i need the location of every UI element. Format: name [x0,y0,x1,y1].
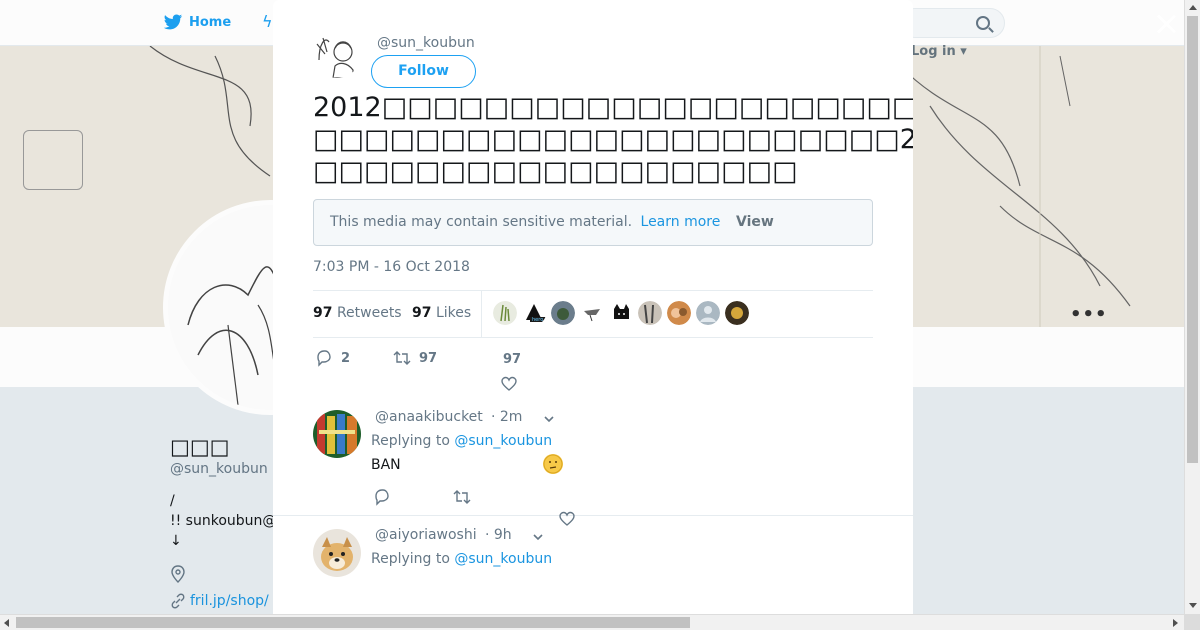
liker-avatar[interactable] [551,301,575,325]
reply-time[interactable]: · 2m [491,409,522,425]
likes-count: 97 [412,305,432,321]
chevron-down-icon[interactable] [543,413,555,425]
liker-avatar[interactable]: hero [522,301,546,325]
liker-avatar[interactable] [609,301,633,325]
horizontal-scrollbar[interactable] [0,614,1184,630]
close-icon[interactable] [1154,12,1178,36]
retweets-label: Retweets [336,305,402,321]
vertical-scroll-thumb[interactable] [1187,16,1198,463]
author-avatar[interactable] [313,30,361,78]
retweet-icon[interactable] [453,488,471,506]
scrollbar-corner [1184,614,1200,630]
reply-icon[interactable] [373,488,391,506]
tweet-actions: 2 97 97 [313,349,573,395]
reply-handle[interactable]: @anaakibucket [375,409,483,425]
likes-stat[interactable]: 97 Likes [412,305,471,321]
replying-mention[interactable]: @sun_koubun [454,433,552,449]
liker-avatar[interactable] [580,301,604,325]
likers-avatars: hero [493,301,749,325]
retweets-count: 97 [313,305,333,321]
chevron-down-icon[interactable] [532,531,544,543]
sensitive-media-notice: This media may contain sensitive materia… [313,199,873,246]
liker-avatar[interactable] [725,301,749,325]
vertical-scrollbar[interactable] [1184,0,1200,614]
scroll-left-arrow-icon[interactable] [4,619,9,627]
replying-to: Replying to @sun_koubun [371,551,552,567]
replying-prefix: Replying to [371,551,450,567]
view-media-button[interactable]: View [736,214,774,230]
reply-time[interactable]: · 9h [485,527,512,543]
replying-to: Replying to @sun_koubun [371,433,552,449]
author-handle[interactable]: @sun_koubun [377,35,475,51]
horizontal-scroll-thumb[interactable] [16,617,690,628]
replying-prefix: Replying to [371,433,450,449]
heart-icon[interactable] [500,375,518,393]
reply-tweet[interactable]: @aiyoriawoshi · 9h Replying to @sun_koub… [273,517,913,614]
retweet-count: 97 [419,350,438,366]
retweets-stat[interactable]: 97 Retweets [313,305,402,321]
reply-button[interactable]: 2 [315,349,350,367]
reply-count: 2 [341,350,351,366]
replying-mention[interactable]: @sun_koubun [454,551,552,567]
scroll-down-arrow-icon[interactable] [1189,603,1197,608]
svg-text:hero: hero [532,317,543,323]
liker-avatar[interactable] [493,301,517,325]
tweet-text: 2012□□□□□□□□□□□□□□□□□□□□□ □□□□□□□□□□□□□□□… [313,92,913,188]
like-count: 97 [503,352,522,367]
liker-avatar[interactable] [667,301,691,325]
liker-avatar[interactable] [638,301,662,325]
tweet-timestamp[interactable]: 7:03 PM - 16 Oct 2018 [313,259,470,275]
learn-more-link[interactable]: Learn more [641,214,721,230]
reply-handle[interactable]: @aiyoriawoshi [375,527,477,543]
tweet-stats: 97 Retweets 97 Likes hero [313,290,873,338]
reply-tweet[interactable]: @anaakibucket · 2m Replying to @sun_koub… [273,398,913,526]
reply-text: BAN [371,457,401,473]
reply-avatar[interactable] [313,410,361,458]
retweet-icon [393,351,411,365]
reply-icon [317,350,331,367]
tweet-modal: @sun_koubun Follow 2012□□□□□□□□□□□□□□□□□… [273,0,913,614]
stats-divider [481,291,482,337]
reply-avatar[interactable] [313,529,361,577]
tweet-text-line: 2012□□□□□□□□□□□□□□□□□□□□□□□□□□□□□□□□□□□□… [313,92,913,123]
likes-label: Likes [435,305,472,321]
tweet-text-line: □□□□□□□□□□□□□□□□□□□ [313,156,798,187]
scroll-right-arrow-icon[interactable] [1173,619,1178,627]
tweet-text-line: □□□□□□□□□□□□□□□□□□□□□□□25□□□□□□□□□□□□□□□… [313,124,913,155]
scroll-up-arrow-icon[interactable] [1189,5,1197,10]
liker-avatar[interactable] [696,301,720,325]
retweet-button[interactable]: 97 [393,349,437,367]
follow-button[interactable]: Follow [371,55,476,88]
thinking-face-emoji [543,454,563,474]
sensitive-notice-text: This media may contain sensitive materia… [330,214,633,230]
